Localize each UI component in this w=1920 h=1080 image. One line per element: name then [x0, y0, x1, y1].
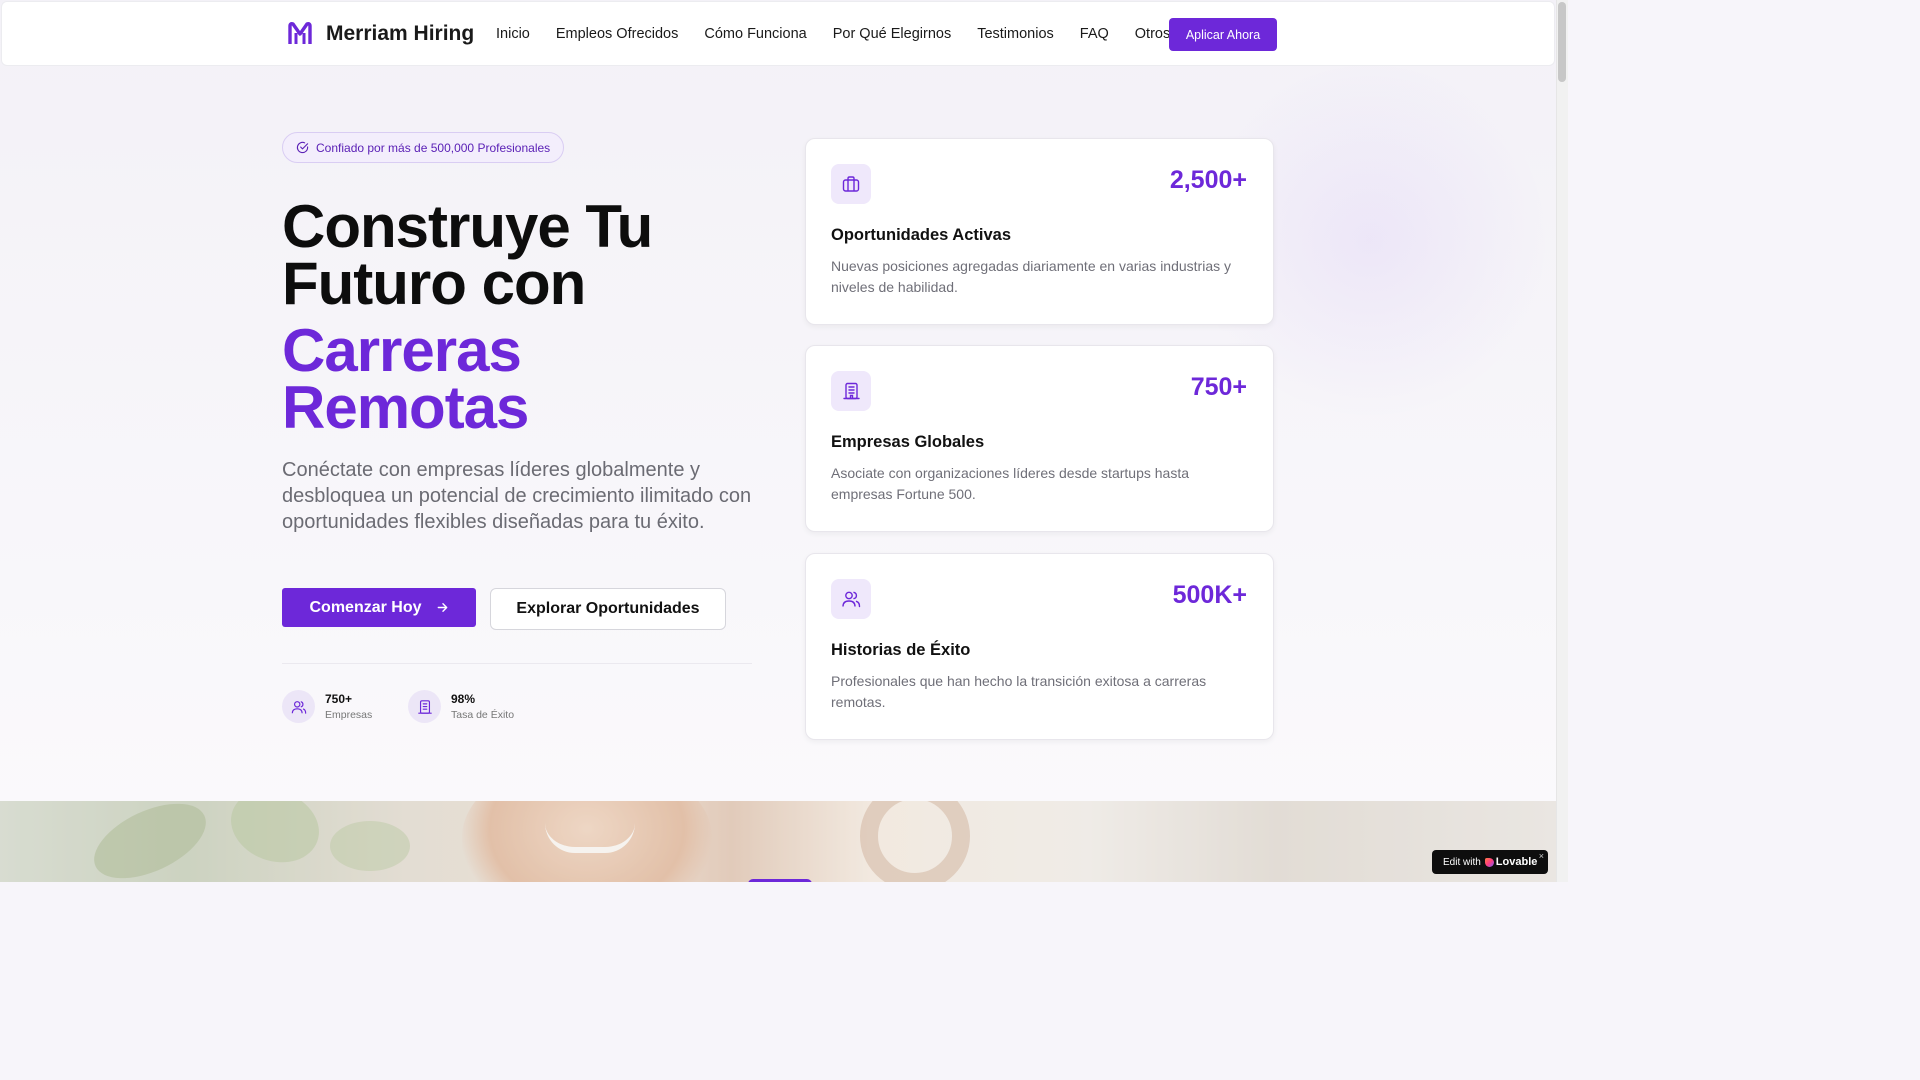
hero-title: Construye Tu Futuro con [282, 193, 653, 317]
hero-description: Conéctate con empresas líderes globalmen… [282, 459, 752, 533]
card-value: 2,500+ [1169, 166, 1247, 194]
card-description: Profesionales que han hecho la transició… [831, 673, 1207, 710]
stat-card-opportunities: 2,500+ Oportunidades Activas Nuevas posi… [805, 138, 1274, 325]
card-value: 750+ [1190, 373, 1247, 401]
lovable-heart-icon [1484, 857, 1494, 867]
stat-companies-label: Empresas [325, 709, 373, 721]
stat-companies-value: 750+ [325, 692, 353, 706]
brand-logo[interactable]: Merriam Hiring [286, 20, 474, 48]
merriam-logo-icon [288, 22, 312, 44]
hero-title-line-2: Futuro con [282, 250, 586, 317]
building-icon [831, 371, 871, 411]
check-circle-icon [296, 141, 309, 154]
main-nav: Inicio Empleos Ofrecidos Cómo Funciona P… [496, 26, 1185, 42]
stat-card-companies: 750+ Empresas Globales Asociate con orga… [805, 345, 1274, 532]
card-description: Nuevas posiciones agregadas diariamente … [831, 258, 1231, 295]
lovable-brand-name: Lovable [1495, 856, 1538, 868]
nav-item-como-funciona[interactable]: Cómo Funciona [704, 26, 806, 42]
close-icon[interactable]: × [1539, 851, 1544, 861]
card-title: Oportunidades Activas [831, 226, 1012, 244]
card-title: Empresas Globales [831, 433, 985, 451]
hero-accent-line-1: Carreras [282, 317, 522, 384]
card-description: Asociate con organizaciones líderes desd… [831, 465, 1189, 502]
top-navbar: Merriam Hiring Inicio Empleos Ofrecidos … [1, 1, 1555, 66]
nav-item-faq[interactable]: FAQ [1080, 26, 1109, 42]
hero-title-accent: Carreras Remotas [282, 317, 529, 441]
card-title: Historias de Éxito [831, 641, 971, 659]
vertical-scrollbar[interactable] [1556, 0, 1568, 882]
stat-companies: 750+ Empresas [282, 690, 372, 723]
nav-item-testimonios[interactable]: Testimonios [977, 26, 1054, 42]
stat-success-label: Tasa de Éxito [451, 709, 515, 721]
hero-title-line-1: Construye Tu [282, 193, 653, 260]
card-value: 500K+ [1172, 581, 1247, 609]
hero-photo [0, 801, 1556, 882]
lovable-prefix: Edit with [1443, 856, 1481, 868]
stat-success-rate: 98% Tasa de Éxito [408, 690, 514, 723]
users-icon [831, 579, 871, 619]
start-today-button[interactable]: Comenzar Hoy [282, 588, 476, 627]
hero-divider [282, 663, 752, 664]
nav-item-por-que[interactable]: Por Qué Elegirnos [833, 26, 951, 42]
users-icon [282, 690, 315, 723]
stat-success-value: 98% [451, 692, 476, 706]
arrow-right-icon [437, 603, 447, 612]
nav-item-inicio[interactable]: Inicio [496, 26, 530, 42]
edit-with-lovable-badge[interactable]: Edit with Lovable × [1432, 850, 1548, 874]
briefcase-icon [831, 164, 871, 204]
explore-opportunities-button[interactable]: Explorar Oportunidades [490, 588, 726, 630]
trust-badge-text: Confiado por más de 500,000 Profesionale… [316, 140, 551, 155]
building-icon [408, 690, 441, 723]
photo-accent-bar [748, 879, 812, 882]
lovable-brand: Lovable [1484, 856, 1538, 868]
page: Merriam Hiring Inicio Empleos Ofrecidos … [0, 0, 1556, 882]
photo-overlay [0, 801, 1556, 882]
nav-item-empleos[interactable]: Empleos Ofrecidos [556, 26, 679, 42]
nav-item-otros-label: Otros [1134, 26, 1171, 42]
stat-card-success-stories: 500K+ Historias de Éxito Profesionales q… [805, 553, 1274, 740]
start-today-label: Comenzar Hoy [309, 598, 422, 616]
trust-badge: Confiado por más de 500,000 Profesionale… [282, 132, 565, 163]
brand-name: Merriam Hiring [326, 22, 475, 45]
hero-accent-line-2: Remotas [282, 374, 529, 441]
apply-now-button[interactable]: Aplicar Ahora [1169, 18, 1277, 51]
scrollbar-thumb[interactable] [1558, 2, 1566, 82]
